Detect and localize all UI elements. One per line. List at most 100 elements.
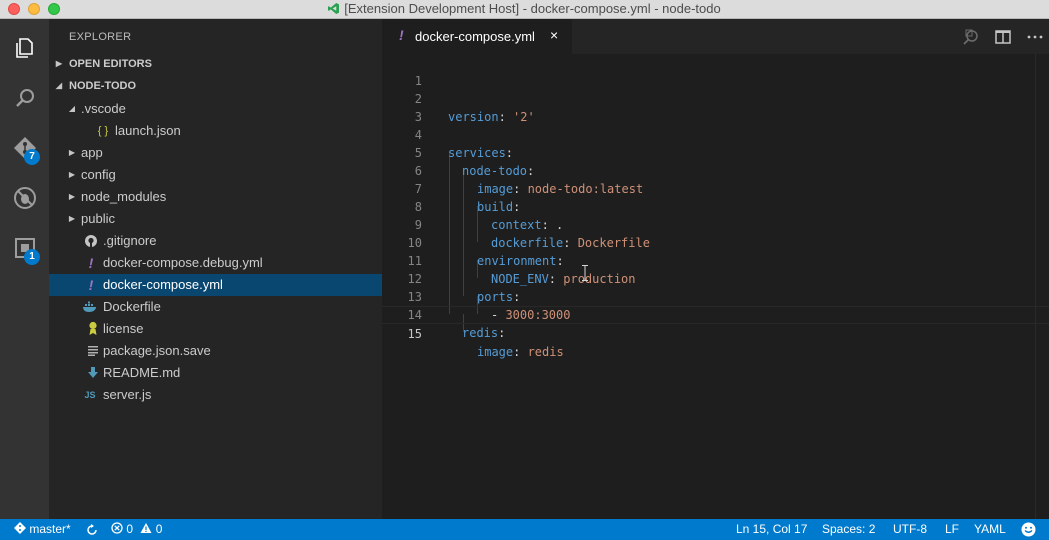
tree-item-label: public (81, 211, 115, 226)
git-badge: 7 (24, 149, 40, 165)
explorer-icon[interactable] (0, 24, 49, 72)
yaml-value: redis (527, 345, 564, 359)
language-mode[interactable]: YAML (974, 519, 1006, 540)
tab-bar: ! docker-compose.yml × (382, 19, 1049, 54)
code-line: 1 (382, 54, 1049, 88)
json-file-icon: { } (97, 125, 109, 137)
tree-item-label: Dockerfile (103, 299, 161, 314)
open-editors-label: OPEN EDITORS (69, 58, 152, 70)
activity-bar: 7 1 (0, 19, 49, 519)
branch-indicator[interactable]: master* (14, 519, 71, 540)
code-editor[interactable]: 1 2 version: '2' 3 4 services: 5 node-to… (382, 54, 1049, 519)
chevron-right-icon: ▶ (55, 59, 63, 68)
encoding[interactable]: UTF-8 (893, 519, 927, 540)
text-cursor-icon (582, 265, 588, 281)
error-count: 0 (126, 522, 134, 536)
docker-whale-icon (83, 301, 96, 312)
tree-item-docker-compose[interactable]: ! docker-compose.yml (49, 274, 382, 296)
window-title: [Extension Development Host] - docker-co… (344, 1, 721, 16)
tree-item-readme[interactable]: README.md (49, 362, 382, 384)
line-number: 15 (407, 327, 422, 341)
explorer-sidebar: EXPLORER ▶ OPEN EDITORS ◢ NODE-TODO ◢ .v… (49, 19, 382, 519)
problems-indicator[interactable]: 0 0 (111, 519, 162, 540)
tree-item-license[interactable]: license (49, 318, 382, 340)
close-tab-icon[interactable]: × (550, 27, 558, 43)
tree-item-label: docker-compose.debug.yml (103, 255, 263, 270)
markdown-arrow-icon (88, 367, 98, 378)
tree-item-vscode-folder[interactable]: ◢ .vscode (49, 98, 382, 120)
tree-item-gitignore[interactable]: .gitignore (49, 230, 382, 252)
code-line: 11 NODE_ENV: production (382, 234, 1049, 286)
tree-item-label: config (81, 167, 116, 182)
yaml-file-icon: ! (88, 277, 94, 293)
error-icon (111, 522, 123, 534)
code-line: 9 dockerfile: Dockerfile (382, 198, 1049, 250)
chevron-right-icon: ▶ (68, 148, 76, 157)
tree-item-config-folder[interactable]: ▶ config (49, 164, 382, 186)
code-line: 3 (382, 90, 1049, 124)
tree-item-label: .gitignore (103, 233, 157, 248)
yaml-file-icon: ! (88, 255, 94, 271)
chevron-right-icon: ▶ (68, 170, 76, 179)
status-bar: master* 0 0 Ln 15, Col 17 Spaces: 2 UTF-… (0, 519, 1049, 540)
tree-item-label: server.js (103, 387, 152, 402)
tree-item-label: docker-compose.yml (103, 277, 223, 292)
project-section[interactable]: ◢ NODE-TODO (49, 75, 382, 97)
tree-item-launch-json[interactable]: { } launch.json (49, 120, 382, 142)
chevron-right-icon: ▶ (68, 192, 76, 201)
code-line: 10 environment: (382, 216, 1049, 268)
open-editors-section[interactable]: ▶ OPEN EDITORS (49, 53, 382, 75)
yaml-colon: : (498, 326, 506, 340)
git-branch-icon (14, 522, 26, 534)
feedback-smiley-icon[interactable] (1021, 522, 1036, 537)
code-line: 7 build: (382, 162, 1049, 214)
vscode-logo-icon (328, 3, 340, 14)
tree-item-label: launch.json (115, 123, 181, 138)
bug-icon (13, 187, 36, 209)
extensions-icon[interactable]: 1 (0, 224, 49, 272)
yaml-key: redis (462, 326, 499, 340)
tree-item-server-js[interactable]: JS server.js (49, 384, 382, 406)
tree-item-label: README.md (103, 365, 181, 380)
project-label: NODE-TODO (69, 80, 137, 92)
title-bar: [Extension Development Host] - docker-co… (0, 0, 1049, 19)
code-line: 4 services: (382, 108, 1049, 160)
sidebar-title: EXPLORER (69, 31, 132, 43)
indentation[interactable]: Spaces: 2 (822, 519, 875, 540)
tree-item-app-folder[interactable]: ▶ app (49, 142, 382, 164)
code-line: 6 image: node-todo:latest (382, 144, 1049, 196)
code-line: 2 version: '2' (382, 72, 1049, 124)
chevron-down-icon: ◢ (55, 81, 63, 90)
tree-item-label: license (103, 321, 144, 336)
line-ending[interactable]: LF (945, 519, 959, 540)
tree-item-package-json-save[interactable]: package.json.save (49, 340, 382, 362)
tree-item-docker-compose-debug[interactable]: ! docker-compose.debug.yml (49, 252, 382, 274)
cursor-position[interactable]: Ln 15, Col 17 (736, 519, 807, 540)
git-icon[interactable]: 7 (0, 124, 49, 172)
github-icon (85, 235, 97, 247)
vertical-scrollbar[interactable] (1035, 54, 1049, 519)
tree-item-public-folder[interactable]: ▶ public (49, 208, 382, 230)
code-line: 12 ports: (382, 252, 1049, 304)
license-icon (89, 321, 97, 335)
more-actions-icon[interactable] (1026, 28, 1044, 46)
tab-docker-compose[interactable]: ! docker-compose.yml × (382, 19, 572, 54)
files-icon (15, 38, 33, 58)
javascript-file-icon: JS (84, 390, 96, 400)
open-changes-icon[interactable] (962, 28, 980, 46)
code-line: 8 context: . (382, 180, 1049, 232)
search-icon[interactable] (0, 74, 49, 122)
tree-item-label: package.json.save (103, 343, 211, 358)
extensions-badge: 1 (24, 249, 40, 265)
tree-item-label: .vscode (81, 101, 126, 116)
code-line: 14 redis: (382, 288, 1049, 340)
debug-icon[interactable] (0, 174, 49, 222)
split-editor-icon[interactable] (994, 28, 1012, 46)
sync-icon[interactable] (86, 524, 98, 536)
magnifier-icon (15, 89, 34, 107)
tree-item-label: app (81, 145, 103, 160)
tree-item-dockerfile[interactable]: Dockerfile (49, 296, 382, 318)
tree-item-node-modules-folder[interactable]: ▶ node_modules (49, 186, 382, 208)
yaml-key: image (477, 345, 514, 359)
code-line: 5 node-todo: (382, 126, 1049, 178)
